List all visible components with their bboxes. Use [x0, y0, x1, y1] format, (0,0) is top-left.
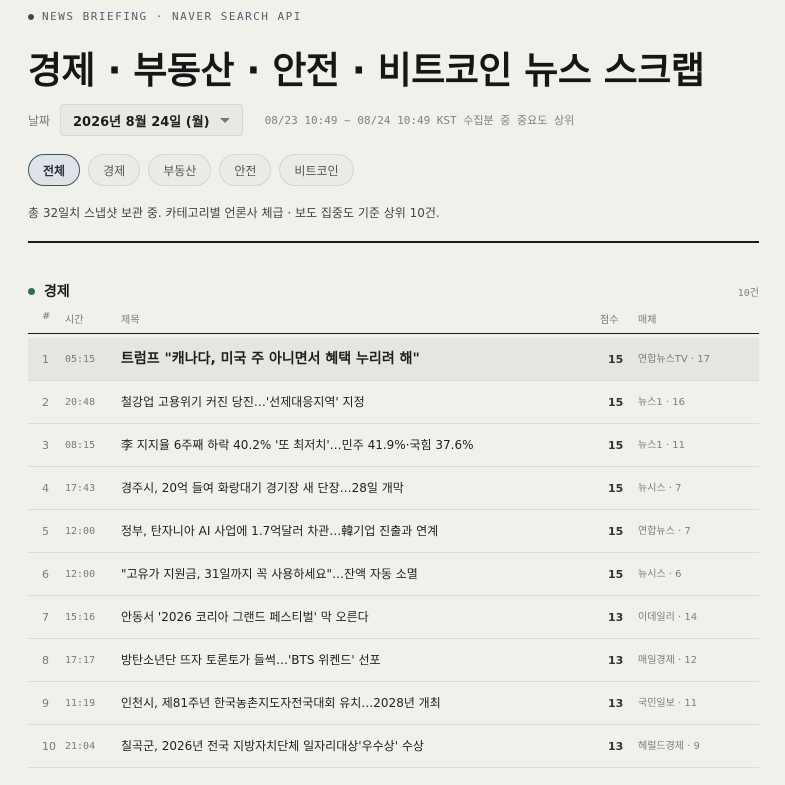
row-media: 뉴시스 · 6 — [638, 569, 682, 580]
row-media: 매일경제 · 12 — [638, 655, 698, 666]
row-time: 12:00 — [65, 569, 96, 580]
table-row[interactable]: 8 17:17 방탄소년단 뜨자 토론토가 들썩…'BTS 위켄드' 선포 13… — [28, 639, 759, 682]
page-title: 경제 · 부동산 · 안전 · 비트코인 뉴스 스크랩 — [28, 49, 705, 92]
row-time: 08:15 — [65, 440, 96, 451]
row-score: 13 — [608, 654, 624, 667]
row-rank: 5 — [42, 525, 49, 538]
row-media: 뉴스1 · 11 — [638, 440, 686, 451]
row-media: 헤럴드경제 · 9 — [638, 741, 700, 752]
row-media: 뉴시스 · 7 — [638, 483, 682, 494]
table-row[interactable]: 7 15:16 안동서 '2026 코리아 그랜드 페스티벌' 막 오른다 13… — [28, 596, 759, 639]
row-rank: 10 — [42, 740, 56, 753]
tab-bitcoin[interactable]: 비트코인 — [279, 154, 354, 186]
section-header: 경제 10건 — [28, 281, 759, 301]
row-time: 15:16 — [65, 612, 96, 623]
row-media: 이데일리 · 14 — [638, 612, 698, 623]
category-tabs: 전체 경제 부동산 안전 비트코인 — [28, 154, 354, 186]
row-rank: 3 — [42, 439, 49, 452]
table-row[interactable]: 3 08:15 李 지지율 6주째 하락 40.2% '또 최저치'…민주 41… — [28, 424, 759, 467]
date-row: 날짜 2026년 8월 24일 (월) 08/23 10:49 ~ 08/24 … — [28, 104, 574, 136]
divider — [28, 241, 759, 243]
row-score: 13 — [608, 697, 624, 710]
date-label: 날짜 — [28, 113, 51, 128]
summary-text: 총 32일치 스냅샷 보관 중. 카테고리별 언론사 체급 · 보도 집중도 기… — [28, 206, 440, 220]
row-score: 13 — [608, 611, 624, 624]
table-header: # 시간 제목 점수 매체 — [28, 305, 759, 334]
table-row[interactable]: 1 05:15 트럼프 "캐나다, 미국 주 아니면서 혜택 누리려 해" 15… — [28, 338, 759, 381]
row-title-link[interactable]: 경주시, 20억 들여 화랑대기 경기장 새 단장…28일 개막 — [121, 467, 404, 510]
row-time: 05:15 — [65, 354, 96, 365]
table-row[interactable]: 5 12:00 정부, 탄자니아 AI 사업에 1.7억달러 차관…韓기업 진출… — [28, 510, 759, 553]
row-time: 11:19 — [65, 698, 96, 709]
row-score: 15 — [608, 439, 624, 452]
row-score: 13 — [608, 740, 624, 753]
row-rank: 8 — [42, 654, 49, 667]
row-title-link[interactable]: 방탄소년단 뜨자 토론토가 들썩…'BTS 위켄드' 선포 — [121, 639, 381, 682]
column-header-score: 점수 — [600, 315, 619, 326]
row-time: 17:43 — [65, 483, 96, 494]
row-rank: 4 — [42, 482, 49, 495]
row-rank: 2 — [42, 396, 49, 409]
row-score: 15 — [608, 525, 624, 538]
row-title-link[interactable]: 칠곡군, 2026년 전국 지방자치단체 일자리대상'우수상' 수상 — [121, 725, 424, 768]
table-row[interactable]: 6 12:00 "고유가 지원금, 31일까지 꼭 사용하세요"…잔액 자동 소… — [28, 553, 759, 596]
tab-economy[interactable]: 경제 — [88, 154, 141, 186]
row-score: 15 — [608, 482, 624, 495]
row-media: 뉴스1 · 16 — [638, 397, 686, 408]
section-count: 10건 — [737, 287, 759, 299]
row-media: 연합뉴스TV · 17 — [638, 354, 711, 365]
row-rank: 1 — [42, 353, 49, 366]
column-header-num: # — [42, 311, 51, 322]
row-title-link[interactable]: 李 지지율 6주째 하락 40.2% '또 최저치'…민주 41.9%·국힘 3… — [121, 424, 474, 467]
section-title: 경제 — [44, 284, 70, 300]
row-rank: 7 — [42, 611, 49, 624]
column-header-media: 매체 — [638, 315, 657, 326]
section-dot-icon — [28, 287, 35, 295]
row-title-link[interactable]: 철강업 고용위기 커진 당진…'선제대응지역' 지정 — [121, 381, 365, 424]
row-media: 국민일보 · 11 — [638, 698, 698, 709]
row-rank: 9 — [42, 697, 49, 710]
row-title-link[interactable]: "고유가 지원금, 31일까지 꼭 사용하세요"…잔액 자동 소멸 — [121, 553, 418, 596]
row-title-link[interactable]: 인천시, 제81주년 한국농촌지도자전국대회 유치…2028년 개최 — [121, 682, 441, 725]
kicker-dot-icon — [28, 13, 34, 20]
row-score: 15 — [608, 353, 624, 366]
date-select[interactable]: 2026년 8월 24일 (월) — [60, 104, 243, 136]
row-time: 17:17 — [65, 655, 96, 666]
tab-safety[interactable]: 안전 — [219, 154, 272, 186]
column-header-title: 제목 — [121, 315, 140, 326]
row-title-link[interactable]: 정부, 탄자니아 AI 사업에 1.7억달러 차관…韓기업 진출과 연계 — [121, 510, 438, 553]
tab-all[interactable]: 전체 — [28, 154, 81, 186]
row-title-link[interactable]: 트럼프 "캐나다, 미국 주 아니면서 혜택 누리려 해" — [121, 338, 420, 381]
tab-real-estate[interactable]: 부동산 — [148, 154, 212, 186]
row-score: 15 — [608, 396, 624, 409]
kicker: NEWS BRIEFING · NAVER SEARCH API — [28, 10, 302, 23]
row-time: 21:04 — [65, 741, 96, 752]
row-score: 15 — [608, 568, 624, 581]
column-header-time: 시간 — [65, 315, 84, 326]
table-row[interactable]: 2 20:48 철강업 고용위기 커진 당진…'선제대응지역' 지정 15 뉴스… — [28, 381, 759, 424]
table-row[interactable]: 9 11:19 인천시, 제81주년 한국농촌지도자전국대회 유치…2028년 … — [28, 682, 759, 725]
row-media: 연합뉴스 · 7 — [638, 526, 691, 537]
chevron-down-icon — [219, 117, 230, 123]
kicker-text: NEWS BRIEFING · NAVER SEARCH API — [42, 10, 302, 23]
row-title-link[interactable]: 안동서 '2026 코리아 그랜드 페스티벌' 막 오른다 — [121, 596, 369, 639]
date-range-meta: 08/23 10:49 ~ 08/24 10:49 KST 수집분 중 중요도 … — [264, 114, 575, 127]
news-table: 1 05:15 트럼프 "캐나다, 미국 주 아니면서 혜택 누리려 해" 15… — [28, 338, 759, 768]
date-select-value: 2026년 8월 24일 (월) — [73, 114, 210, 130]
row-time: 20:48 — [65, 397, 96, 408]
table-row[interactable]: 4 17:43 경주시, 20억 들여 화랑대기 경기장 새 단장…28일 개막… — [28, 467, 759, 510]
row-time: 12:00 — [65, 526, 96, 537]
row-rank: 6 — [42, 568, 49, 581]
table-row[interactable]: 10 21:04 칠곡군, 2026년 전국 지방자치단체 일자리대상'우수상'… — [28, 725, 759, 768]
